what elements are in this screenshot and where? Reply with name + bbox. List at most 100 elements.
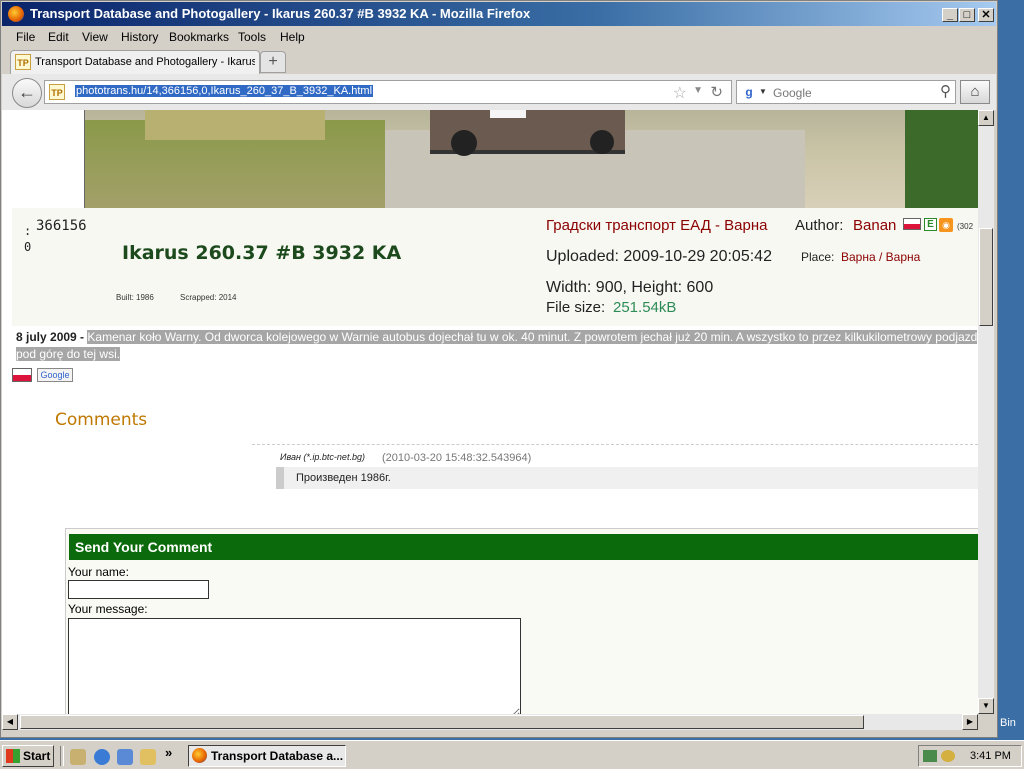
menu-edit[interactable]: Edit (48, 30, 69, 44)
firefox-icon (192, 748, 207, 763)
photo-tree (905, 110, 978, 208)
search-input[interactable]: Google (773, 86, 812, 100)
id-suffix: 0 (24, 240, 32, 254)
minimize-button[interactable]: _ (942, 8, 958, 22)
e-badge-icon[interactable]: E (924, 218, 937, 231)
tab-active[interactable]: TP Transport Database and Photogallery -… (10, 50, 260, 74)
author-extra: (302 (957, 222, 974, 231)
photo-id: 366156 (36, 218, 87, 234)
clock[interactable]: 3:41 PM (970, 750, 1011, 762)
bookmark-star-icon[interactable]: ☆ (673, 83, 687, 103)
menu-bookmarks[interactable]: Bookmarks (169, 30, 229, 44)
url-text[interactable]: phototrans.hu/14,366156,0,Ikarus_260_37_… (75, 85, 374, 97)
comment-author-host: (*.ip.btc-net.bg) (303, 452, 365, 462)
back-button[interactable]: ← (12, 78, 42, 108)
firefox-icon (8, 6, 24, 22)
site-identity-icon: TP (49, 84, 65, 100)
site-favicon-icon: TP (15, 54, 31, 70)
place-link[interactable]: Варна / Варна (841, 250, 920, 264)
message-label: Your message: (68, 602, 148, 616)
built-year: Built: 1986 (116, 293, 154, 302)
vertical-scroll-thumb[interactable] (979, 228, 993, 326)
google-translate-button[interactable]: Google (37, 368, 73, 382)
comments-heading: Comments (55, 410, 148, 430)
taskbar: Start » Transport Database a... 3:41 PM (0, 740, 1024, 769)
upload-date: Uploaded: 2009-10-29 20:05:42 (546, 248, 772, 265)
image-dimensions: Width: 900, Height: 600 (546, 279, 714, 296)
file-size-value: 251.54kB (613, 299, 677, 316)
photo-wheel (590, 130, 614, 154)
search-bar[interactable]: g ▼ Google ⚲ (736, 80, 956, 104)
photo-description: 8 july 2009 - Kamenar koło Warny. Od dwo… (16, 329, 978, 363)
message-field[interactable] (68, 618, 521, 714)
description-date: 8 july 2009 - (16, 330, 85, 344)
internet-explorer-icon[interactable] (94, 749, 110, 765)
url-dropdown-icon[interactable]: ▼ (693, 85, 703, 96)
horizontal-scroll-thumb[interactable] (20, 715, 864, 729)
author-label: Author: (795, 217, 844, 234)
scroll-right-button[interactable]: ▶ (962, 714, 978, 730)
polish-flag-icon (12, 368, 32, 382)
menu-help[interactable]: Help (280, 30, 305, 44)
show-desktop-icon[interactable] (70, 749, 86, 765)
comment-author-name: Иван (280, 452, 301, 462)
volume-icon[interactable] (941, 750, 955, 762)
scroll-left-button[interactable]: ◀ (2, 714, 18, 730)
new-tab-button[interactable]: + (260, 51, 286, 73)
vehicle-photo[interactable] (84, 110, 978, 209)
id-prefix: : (24, 224, 32, 238)
place-label: Place: (801, 250, 835, 264)
send-comment-heading: Send Your Comment (69, 534, 978, 560)
file-size-label: File size: (546, 299, 606, 316)
title-bar[interactable]: Transport Database and Photogallery - Ik… (2, 2, 996, 26)
windows-logo-icon (6, 749, 20, 763)
divider (252, 444, 978, 445)
engine-dropdown-icon[interactable]: ▼ (759, 87, 767, 96)
menu-view[interactable]: View (82, 30, 108, 44)
scrapped-year: Scrapped: 2014 (180, 293, 237, 302)
taskbar-divider (60, 746, 64, 766)
maximize-button[interactable]: □ (959, 8, 975, 22)
home-button[interactable]: ⌂ (960, 80, 990, 104)
search-icon[interactable]: ⚲ (940, 82, 951, 100)
reload-icon[interactable]: ↻ (710, 83, 723, 101)
comment-timestamp: (2010-03-20 15:48:32.543964) (382, 452, 532, 464)
photo-wall (145, 110, 325, 140)
comment-text: Произведен 1986г. (296, 472, 391, 484)
network-icon[interactable] (923, 750, 937, 762)
quicklaunch-overflow-icon[interactable]: » (165, 745, 172, 760)
google-engine-icon[interactable]: g (741, 84, 757, 100)
navigation-toolbar: ← TP phototrans.hu/14,366156,0,Ikarus_26… (2, 74, 996, 110)
url-bar[interactable]: TP phototrans.hu/14,366156,0,Ikarus_260_… (44, 80, 732, 104)
tab-label: Transport Database and Photogallery - Ik… (35, 56, 255, 68)
name-field[interactable] (68, 580, 209, 599)
menu-file[interactable]: File (16, 30, 35, 44)
company-link[interactable]: Градски транспорт ЕАД - Варна (546, 217, 768, 234)
menu-bar: File Edit View History Bookmarks Tools H… (2, 27, 996, 47)
name-label: Your name: (68, 565, 129, 579)
start-label: Start (23, 749, 51, 763)
close-button[interactable]: ✕ (978, 8, 994, 22)
description-text: Kamenar koło Warny. Od dworca kolejowego… (16, 330, 978, 361)
taskbar-item-label: Transport Database a... (211, 749, 344, 763)
menu-history[interactable]: History (121, 30, 158, 44)
window-title: Transport Database and Photogallery - Ik… (30, 6, 531, 21)
scroll-up-button[interactable]: ▲ (978, 110, 994, 126)
scroll-down-button[interactable]: ▼ (978, 698, 994, 714)
search-folder-icon[interactable] (140, 749, 156, 765)
vertical-scrollbar[interactable]: ▲ ▼ (978, 110, 994, 714)
back-arrow-icon: ← (18, 82, 36, 102)
vehicle-title: Ikarus 260.37 #B 3932 KA (122, 242, 402, 264)
rss-icon[interactable]: ◉ (939, 218, 953, 232)
tab-bar: TP Transport Database and Photogallery -… (2, 48, 996, 75)
page-content: : 366156 0 Ikarus 260.37 #B 3932 KA Buil… (2, 110, 978, 714)
start-button[interactable]: Start (2, 745, 54, 767)
recycle-bin-label[interactable]: Bin (1000, 717, 1016, 729)
outlook-express-icon[interactable] (117, 749, 133, 765)
comment-author: Иван (*.ip.btc-net.bg) (280, 452, 365, 462)
taskbar-firefox-item[interactable]: Transport Database a... (188, 745, 346, 767)
author-link[interactable]: Banan (853, 217, 896, 234)
photo-wheel (451, 130, 477, 156)
home-icon: ⌂ (970, 83, 980, 100)
menu-tools[interactable]: Tools (238, 30, 266, 44)
